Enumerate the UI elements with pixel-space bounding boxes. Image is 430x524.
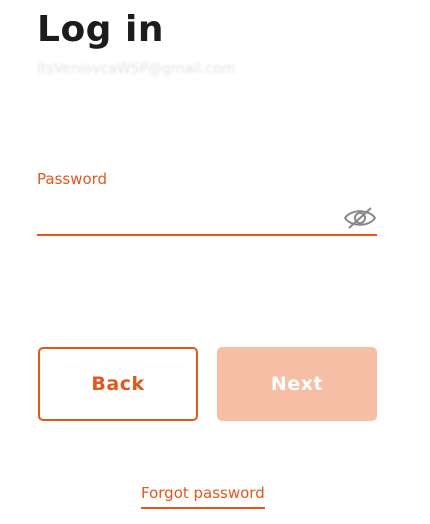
- account-email: ItsVeniovcaWSP@gmail.com: [37, 61, 236, 77]
- next-button[interactable]: Next: [217, 347, 377, 421]
- login-screen: Log in ItsVeniovcaWSP@gmail.com Password…: [0, 0, 430, 524]
- forgot-password-link[interactable]: Forgot password: [141, 484, 265, 509]
- password-input[interactable]: [37, 198, 377, 236]
- password-label: Password: [37, 170, 108, 188]
- eye-slash-icon[interactable]: [343, 205, 377, 231]
- back-button[interactable]: Back: [38, 347, 198, 421]
- page-title: Log in: [37, 9, 164, 50]
